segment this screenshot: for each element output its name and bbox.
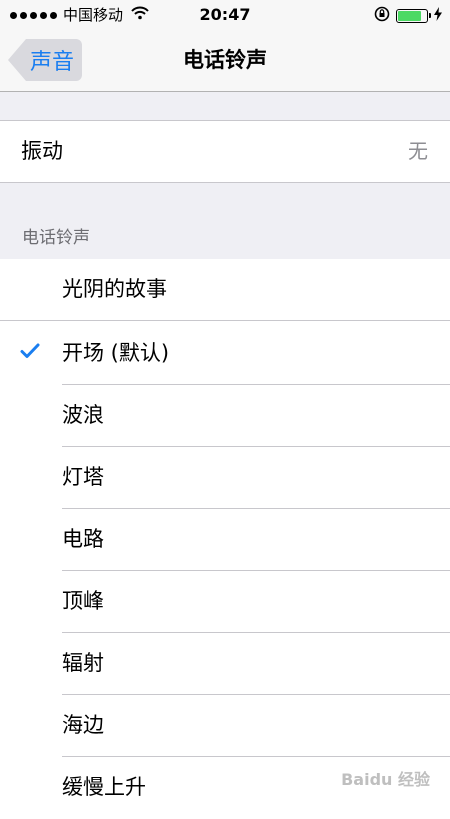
page-title: 电话铃声 (183, 48, 267, 72)
ringtone-label: 海边 (62, 713, 104, 737)
checkmark-icon (20, 343, 40, 363)
battery-level-fill (398, 11, 422, 21)
rotation-lock-icon (374, 6, 390, 26)
ringtone-row[interactable]: 辐射 (0, 633, 450, 695)
navigation-bar: 声音 电话铃声 (0, 30, 450, 92)
ringtone-row[interactable]: 光阴的故事 (0, 259, 450, 321)
row-divider (0, 320, 450, 321)
status-bar-right (374, 6, 442, 26)
battery-icon (396, 9, 431, 23)
vibration-value: 无 (408, 139, 428, 163)
ringtone-row[interactable]: 电路 (0, 509, 450, 571)
ringtone-label: 电路 (62, 527, 104, 551)
ringtone-row[interactable]: 波浪 (0, 385, 450, 447)
ringtones-section-header: 电话铃声 (22, 228, 90, 248)
ringtone-row[interactable]: 顶峰 (0, 571, 450, 633)
ringtone-label: 光阴的故事 (62, 277, 167, 301)
status-bar: 中国移动 20:47 (0, 0, 450, 30)
vibration-row[interactable]: 振动 无 (0, 120, 450, 183)
baidu-watermark: Baidu 经验 (341, 770, 430, 789)
ringtone-label: 灯塔 (62, 465, 104, 489)
ringtone-label: 辐射 (62, 651, 104, 675)
ringtone-label: 顶峰 (62, 589, 104, 613)
ringtone-label: 波浪 (62, 403, 104, 427)
ringtone-row-selected[interactable]: 开场 (默认) (0, 323, 450, 385)
vibration-label: 振动 (21, 139, 63, 163)
ringtone-label: 缓慢上升 (62, 775, 146, 799)
charging-icon (434, 7, 442, 25)
ringtone-row[interactable]: 灯塔 (0, 447, 450, 509)
ringtone-list: 光阴的故事 开场 (默认) 波浪 灯塔 电路 顶峰 辐射 海边 缓慢上升 (0, 259, 450, 819)
ringtone-row[interactable]: 海边 (0, 695, 450, 757)
ringtone-label: 开场 (默认) (62, 341, 170, 365)
